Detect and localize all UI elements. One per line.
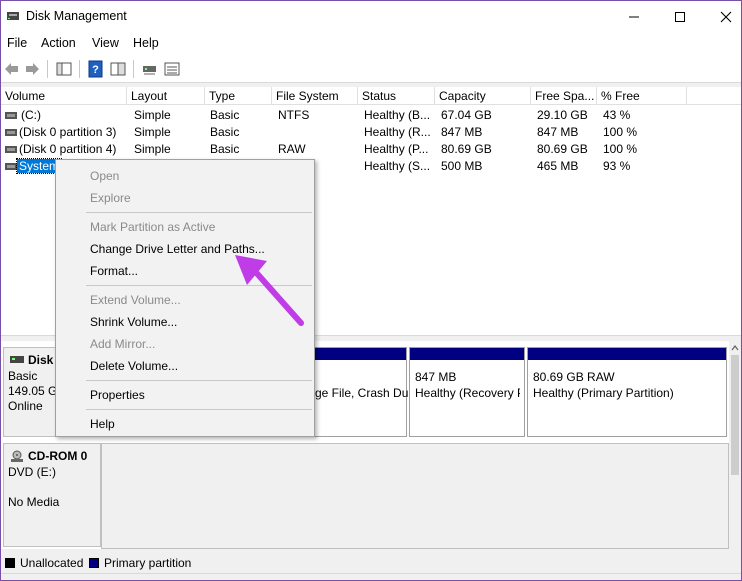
disk-management-window: Disk Management File Action View Help ? … [0, 0, 742, 581]
annotation-arrow-icon [235, 255, 304, 326]
